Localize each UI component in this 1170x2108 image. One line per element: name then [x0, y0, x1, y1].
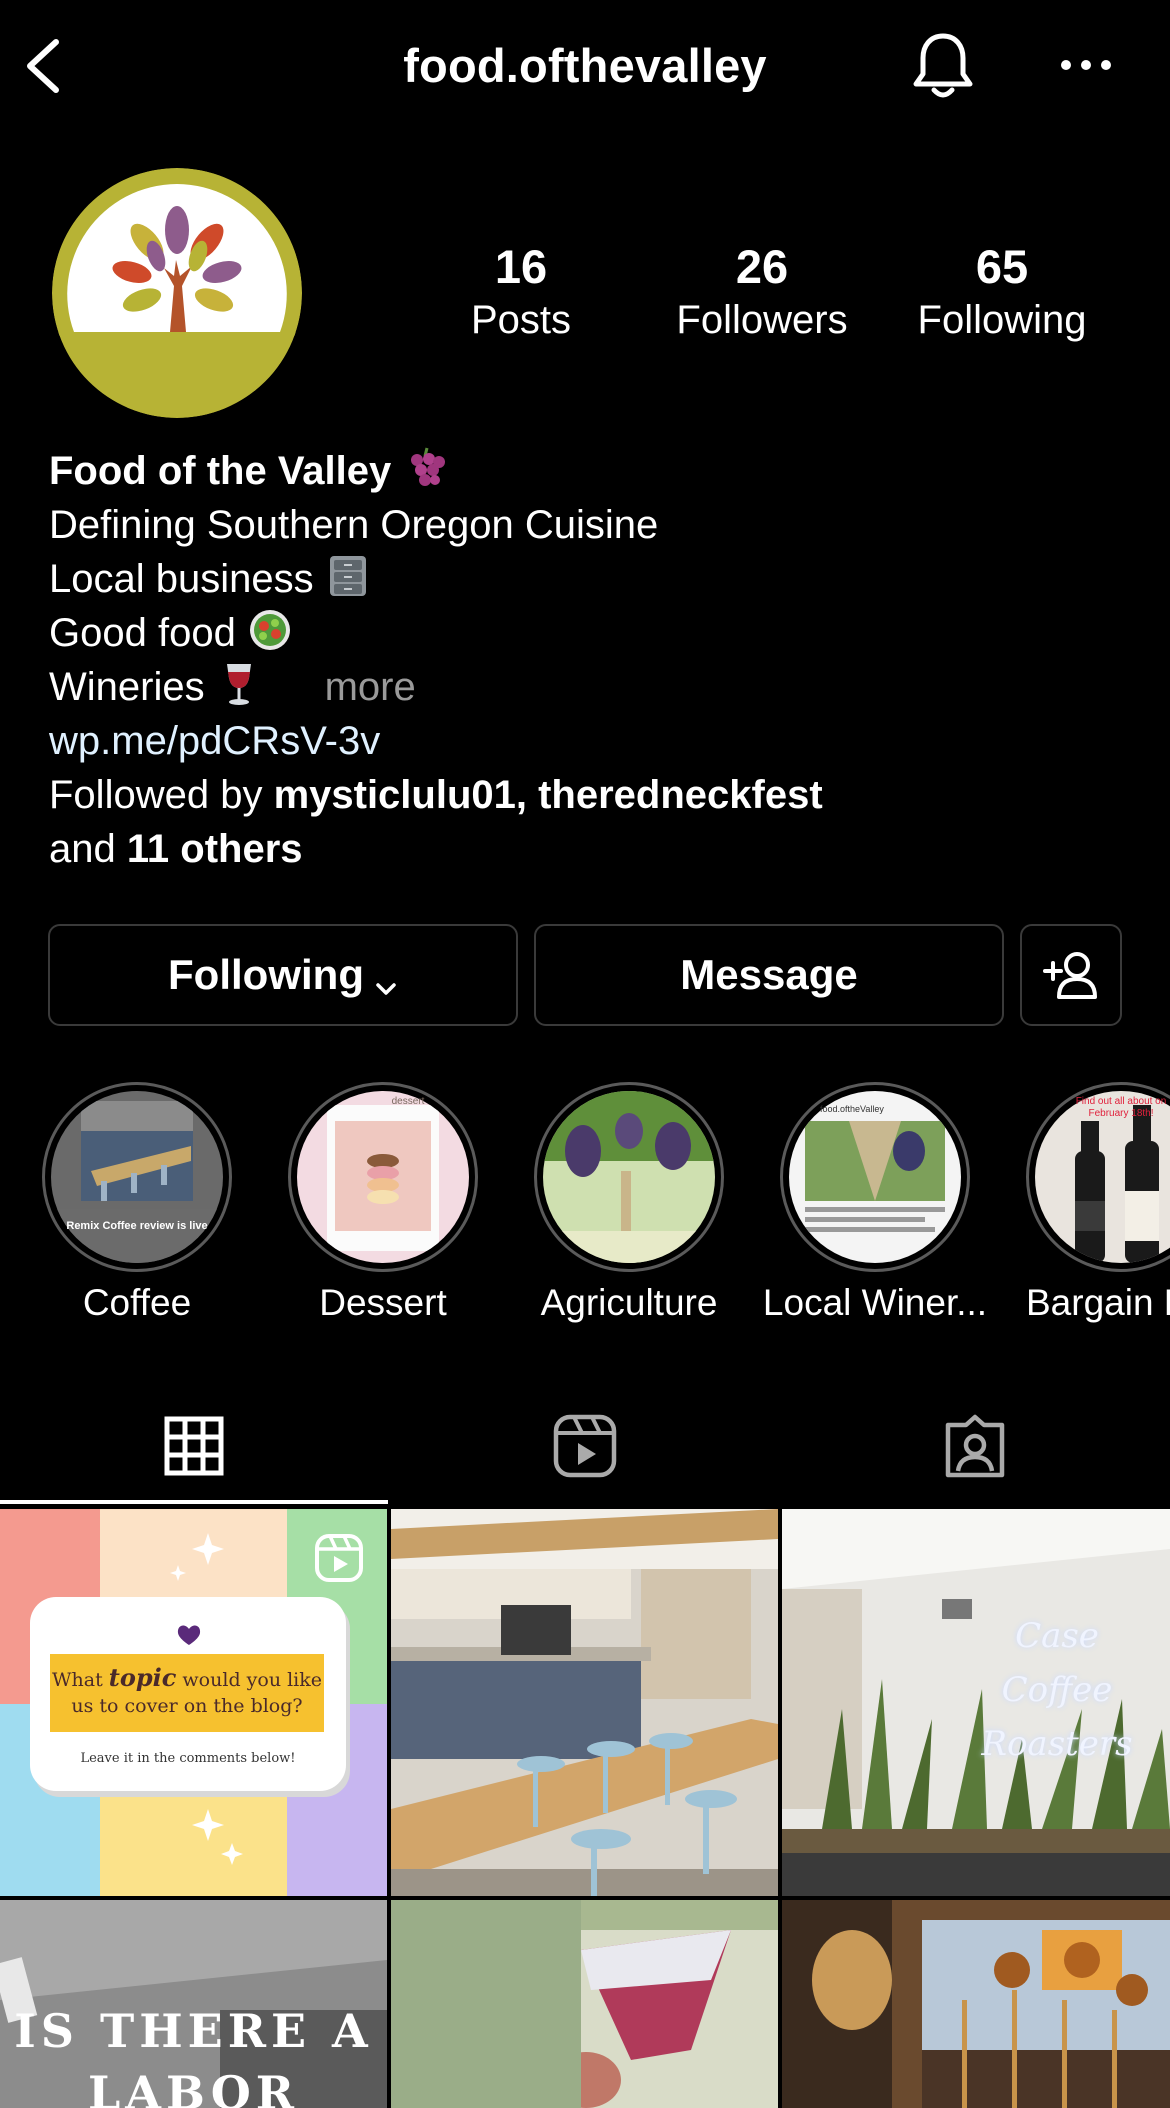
grid-icon	[164, 1416, 224, 1476]
file-cabinet-icon	[326, 554, 370, 598]
post-tile-5[interactable]	[391, 1900, 778, 2108]
highlight-bargain-label: Bargain P	[1026, 1282, 1170, 1323]
post-2-image	[391, 1509, 778, 1896]
highlight-local-wineries-label: Local Winer...	[762, 1282, 988, 1323]
following-count[interactable]: 65 Following	[887, 240, 1117, 346]
message-button[interactable]: Message	[534, 924, 1004, 1026]
post-1-question: What topic would you like us to cover on…	[50, 1665, 324, 1719]
bio-more-link[interactable]: more	[325, 665, 416, 709]
bio-line-3-row: Good food	[49, 606, 292, 660]
message-button-label: Message	[680, 951, 858, 998]
chevron-down-icon	[374, 963, 398, 995]
followed-by-and: and	[49, 827, 127, 871]
highlight-agriculture-ring	[534, 1082, 724, 1272]
more-horizontal-icon[interactable]	[1058, 50, 1114, 80]
highlight-dessert-ring	[288, 1082, 478, 1272]
reels-badge-icon	[314, 1533, 364, 1583]
following-button-label: Following	[168, 951, 364, 998]
wine-glass-icon	[217, 662, 261, 706]
bio-website-link[interactable]: wp.me/pdCRsV-3v	[49, 714, 380, 768]
posts-value: 16	[494, 240, 548, 293]
add-person-icon	[1041, 949, 1101, 1001]
highlight-coffee[interactable]: Remix Coffee review is live Coffee	[42, 1082, 232, 1323]
post-1-question-topic: topic	[108, 1663, 177, 1692]
post-1-question-line2: us to cover on the blog?	[71, 1695, 303, 1717]
post-1-question-mid: would you like	[182, 1669, 322, 1691]
bio-line-3: Good food	[49, 611, 236, 655]
post-tile-2[interactable]	[391, 1509, 778, 1896]
followed-by-line[interactable]: Followed by mysticlulu01, theredneckfest	[49, 768, 823, 822]
post-1-question-pre: What	[51, 1669, 103, 1691]
highlight-dessert[interactable]: dessert Dessert	[288, 1082, 478, 1323]
highlight-dessert-cover	[297, 1091, 469, 1263]
posts-label: Posts	[470, 298, 572, 342]
bio-name-line: Food of the Valley	[49, 444, 447, 498]
followed-by-prefix: Followed by	[49, 773, 274, 817]
following-label: Following	[917, 298, 1087, 342]
followers-value: 26	[735, 240, 789, 293]
post-tile-4[interactable]: IS THERE A LABOR	[0, 1900, 387, 2108]
post-3-sign-line2: Roasters	[981, 1724, 1133, 1764]
highlight-bargain-caption: Find out all about on February 18th!	[1075, 1096, 1167, 1119]
posts-count[interactable]: 16 Posts	[406, 240, 636, 346]
highlight-local-wineries-cover	[789, 1091, 961, 1263]
tab-active-indicator	[0, 1500, 388, 1504]
profile-avatar[interactable]	[52, 168, 302, 418]
highlight-local-wineries-caption: food.oftheValley	[820, 1104, 884, 1114]
followers-count[interactable]: 26 Followers	[647, 240, 877, 346]
profile-username: food.ofthevalley	[403, 39, 767, 92]
bio-line-2-row: Local business	[49, 552, 370, 606]
highlight-agriculture-label: Agriculture	[540, 1282, 718, 1323]
post-6-image	[782, 1900, 1170, 2108]
followed-by-others: 11 others	[126, 827, 303, 871]
highlight-agriculture-cover	[543, 1091, 715, 1263]
followed-by-others-line[interactable]: and 11 others	[49, 822, 303, 876]
following-value: 65	[975, 240, 1029, 293]
add-person-button[interactable]	[1020, 924, 1122, 1026]
highlight-agriculture[interactable]: Agriculture	[534, 1082, 724, 1323]
highlight-dessert-label: Dessert	[319, 1282, 447, 1323]
grapes-icon	[403, 446, 447, 490]
highlight-dessert-caption: dessert	[391, 1096, 425, 1107]
following-button[interactable]: Following	[48, 924, 518, 1026]
salad-icon	[248, 608, 292, 652]
post-4-headline: IS THERE A LABOR	[0, 2000, 387, 2108]
highlight-coffee-cover	[51, 1091, 223, 1263]
top-bar: food.ofthevalley	[0, 0, 1170, 130]
post-4-line2: LABOR	[87, 2066, 300, 2108]
highlight-local-wineries[interactable]: food.oftheValley Local Winer...	[763, 1082, 987, 1323]
post-3-sign-line1: Case Coffee	[1001, 1616, 1113, 1710]
tab-grid[interactable]	[0, 1392, 388, 1500]
post-3-neon-sign: Case Coffee Roasters	[957, 1609, 1157, 1771]
post-tile-6[interactable]	[782, 1900, 1170, 2108]
followers-label: Followers	[676, 298, 848, 342]
highlight-coffee-ring	[42, 1082, 232, 1272]
post-tile-3[interactable]: Case Coffee Roasters	[782, 1509, 1170, 1896]
post-1-footer: Leave it in the comments below!	[80, 1751, 296, 1766]
bio-line-2: Local business	[49, 557, 314, 601]
bio-line-4-row: Wineries more	[49, 660, 416, 714]
post-tile-1[interactable]: What topic would you like us to cover on…	[0, 1509, 387, 1896]
bio-line-1: Defining Southern Oregon Cuisine	[49, 503, 659, 547]
highlight-coffee-caption: Remix Coffee review is live	[66, 1220, 208, 1232]
profile-display-name: Food of the Valley	[49, 449, 392, 493]
tagged-icon	[942, 1413, 1008, 1479]
tab-reels[interactable]	[390, 1392, 780, 1500]
highlight-coffee-label: Coffee	[82, 1282, 192, 1323]
followed-by-users: mysticlulu01, theredneckfest	[273, 773, 823, 817]
highlight-bargain[interactable]: Find out all about on February 18th! Bar…	[1026, 1082, 1170, 1342]
bio-line-4: Wineries	[49, 665, 205, 709]
reels-icon	[552, 1413, 618, 1479]
post-4-line1: IS THERE A	[14, 2004, 373, 2058]
post-5-image	[391, 1900, 778, 2108]
tab-tagged[interactable]	[780, 1392, 1170, 1500]
bell-icon[interactable]	[908, 30, 978, 102]
